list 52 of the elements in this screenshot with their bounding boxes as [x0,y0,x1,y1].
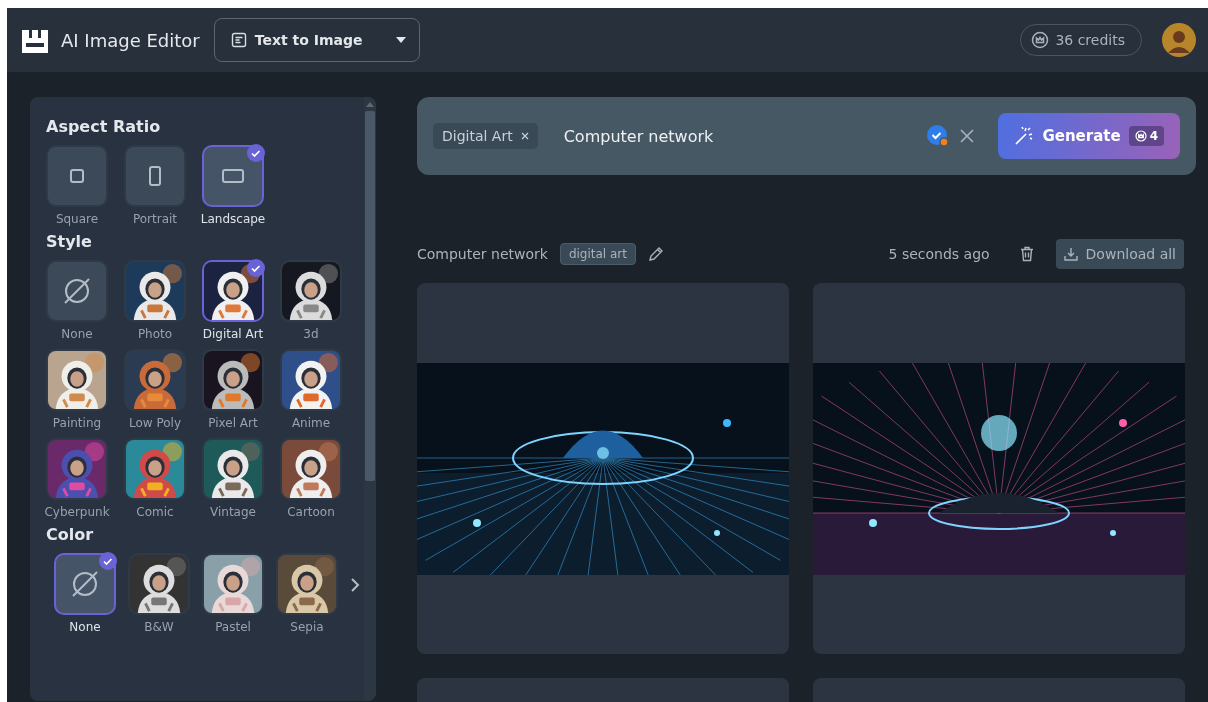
generate-button[interactable]: Generate 4 [998,113,1180,159]
section-heading: Aspect Ratio [46,117,162,136]
download-icon [1063,247,1078,261]
option-button[interactable]: Pastel [202,553,264,634]
clear-icon[interactable] [960,129,975,143]
option-button[interactable]: Anime [280,349,342,430]
crown-coin-icon [1134,130,1147,142]
check-badge-icon [99,552,117,570]
pencil-icon[interactable] [648,246,664,262]
check-circle-icon[interactable] [926,124,951,148]
caret-icon [394,36,407,44]
check-badge-icon [247,259,265,277]
crown-coin-icon [1031,31,1050,49]
image-card[interactable] [417,283,789,654]
image-card[interactable] [813,283,1185,654]
document-icon [230,32,247,48]
option-button[interactable]: Sepia [276,553,338,634]
avatar[interactable] [1162,23,1196,57]
scrollbar-thumb[interactable] [365,111,375,481]
option-button[interactable]: Low Poly [124,349,186,430]
trash-icon[interactable] [1019,246,1034,262]
magic-wand-icon [1014,126,1035,146]
option-button[interactable]: Digital Art [202,260,264,341]
option-button[interactable]: Square [46,145,108,226]
logo-icon [21,27,49,53]
mode-dropdown[interactable]: Text to Image [213,18,420,62]
option-button[interactable]: Comic [124,438,186,519]
option-button[interactable]: Vintage [202,438,264,519]
close-icon[interactable] [520,132,529,140]
option-button[interactable]: Photo [124,260,186,341]
app-title: AI Image Editor [61,29,200,51]
scroll-up-arrow-icon[interactable] [366,101,374,107]
prompt-text: Computer network [417,246,548,262]
option-button[interactable]: 3d [280,260,342,341]
option-button[interactable]: None [46,260,108,341]
section-heading: Style [46,232,93,251]
option-button[interactable]: Cartoon [280,438,342,519]
section-heading: Color [46,525,95,544]
option-button[interactable]: Portrait [124,145,186,226]
check-badge-icon [247,144,265,162]
option-button[interactable]: Pixel Art [202,349,264,430]
style-tag: digital art [559,243,636,265]
option-button[interactable]: Landscape [202,145,264,226]
option-button[interactable]: Cyberpunk [46,438,108,519]
option-button[interactable]: None [54,553,116,634]
timestamp: 5 seconds ago [888,246,990,262]
download-all-button[interactable]: Download all [1055,239,1184,269]
tag-label: Digital Art [442,128,513,144]
chevron-right-icon[interactable] [350,576,360,593]
option-button[interactable]: Painting [46,349,108,430]
option-button[interactable]: B&W [128,553,190,634]
prompt-input[interactable]: Computer network [561,125,917,147]
